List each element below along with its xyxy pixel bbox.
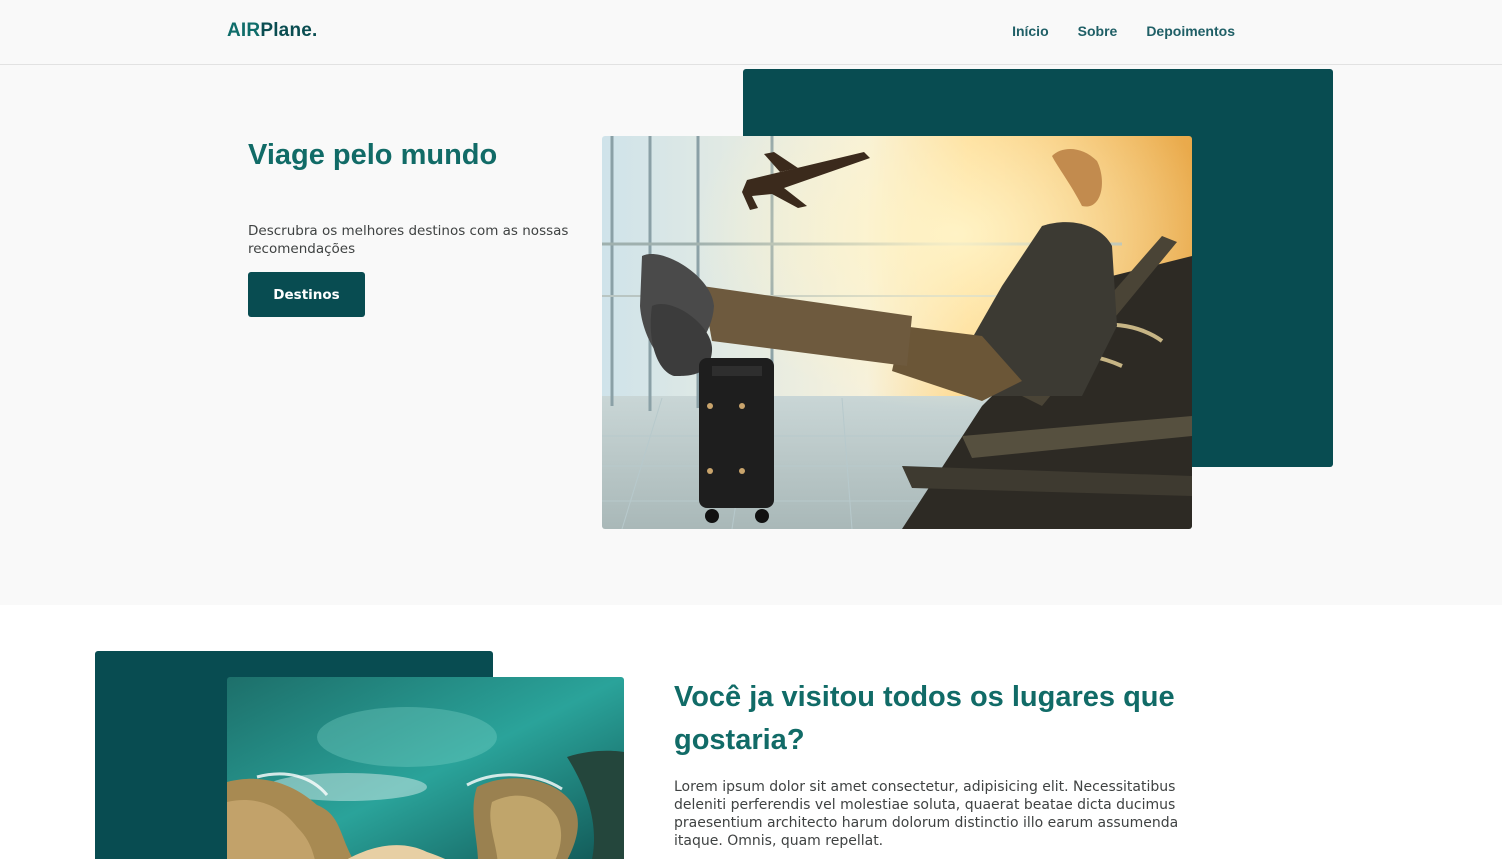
- visited-places-section: Você ja visitou todos os lugares que gos…: [0, 605, 1502, 859]
- section2-image: [227, 677, 624, 859]
- airport-traveler-illustration: [602, 136, 1192, 529]
- nav-link-inicio[interactable]: Início: [1012, 23, 1049, 39]
- logo-plane: Plane.: [260, 20, 318, 41]
- coastline-illustration: [227, 677, 624, 859]
- destinos-button[interactable]: Destinos: [248, 272, 365, 317]
- logo[interactable]: AIRPlane.: [227, 20, 318, 42]
- logo-air: AIR: [227, 20, 261, 41]
- site-header: AIRPlane. Início Sobre Depoimentos: [0, 0, 1502, 65]
- section2-text: Lorem ipsum dolor sit amet consectetur, …: [674, 779, 1179, 849]
- section2-title: Você ja visitou todos os lugares que gos…: [674, 681, 1175, 756]
- hero-image: [602, 136, 1192, 529]
- main-nav: Início Sobre Depoimentos: [1012, 23, 1235, 39]
- hero-section: Viage pelo mundo Descrubra os melhores d…: [0, 65, 1502, 605]
- nav-link-sobre[interactable]: Sobre: [1078, 23, 1118, 39]
- nav-link-depoimentos[interactable]: Depoimentos: [1146, 23, 1235, 39]
- hero-title: Viage pelo mundo: [248, 139, 498, 171]
- hero-description: Descrubra os melhores destinos com as no…: [248, 223, 569, 257]
